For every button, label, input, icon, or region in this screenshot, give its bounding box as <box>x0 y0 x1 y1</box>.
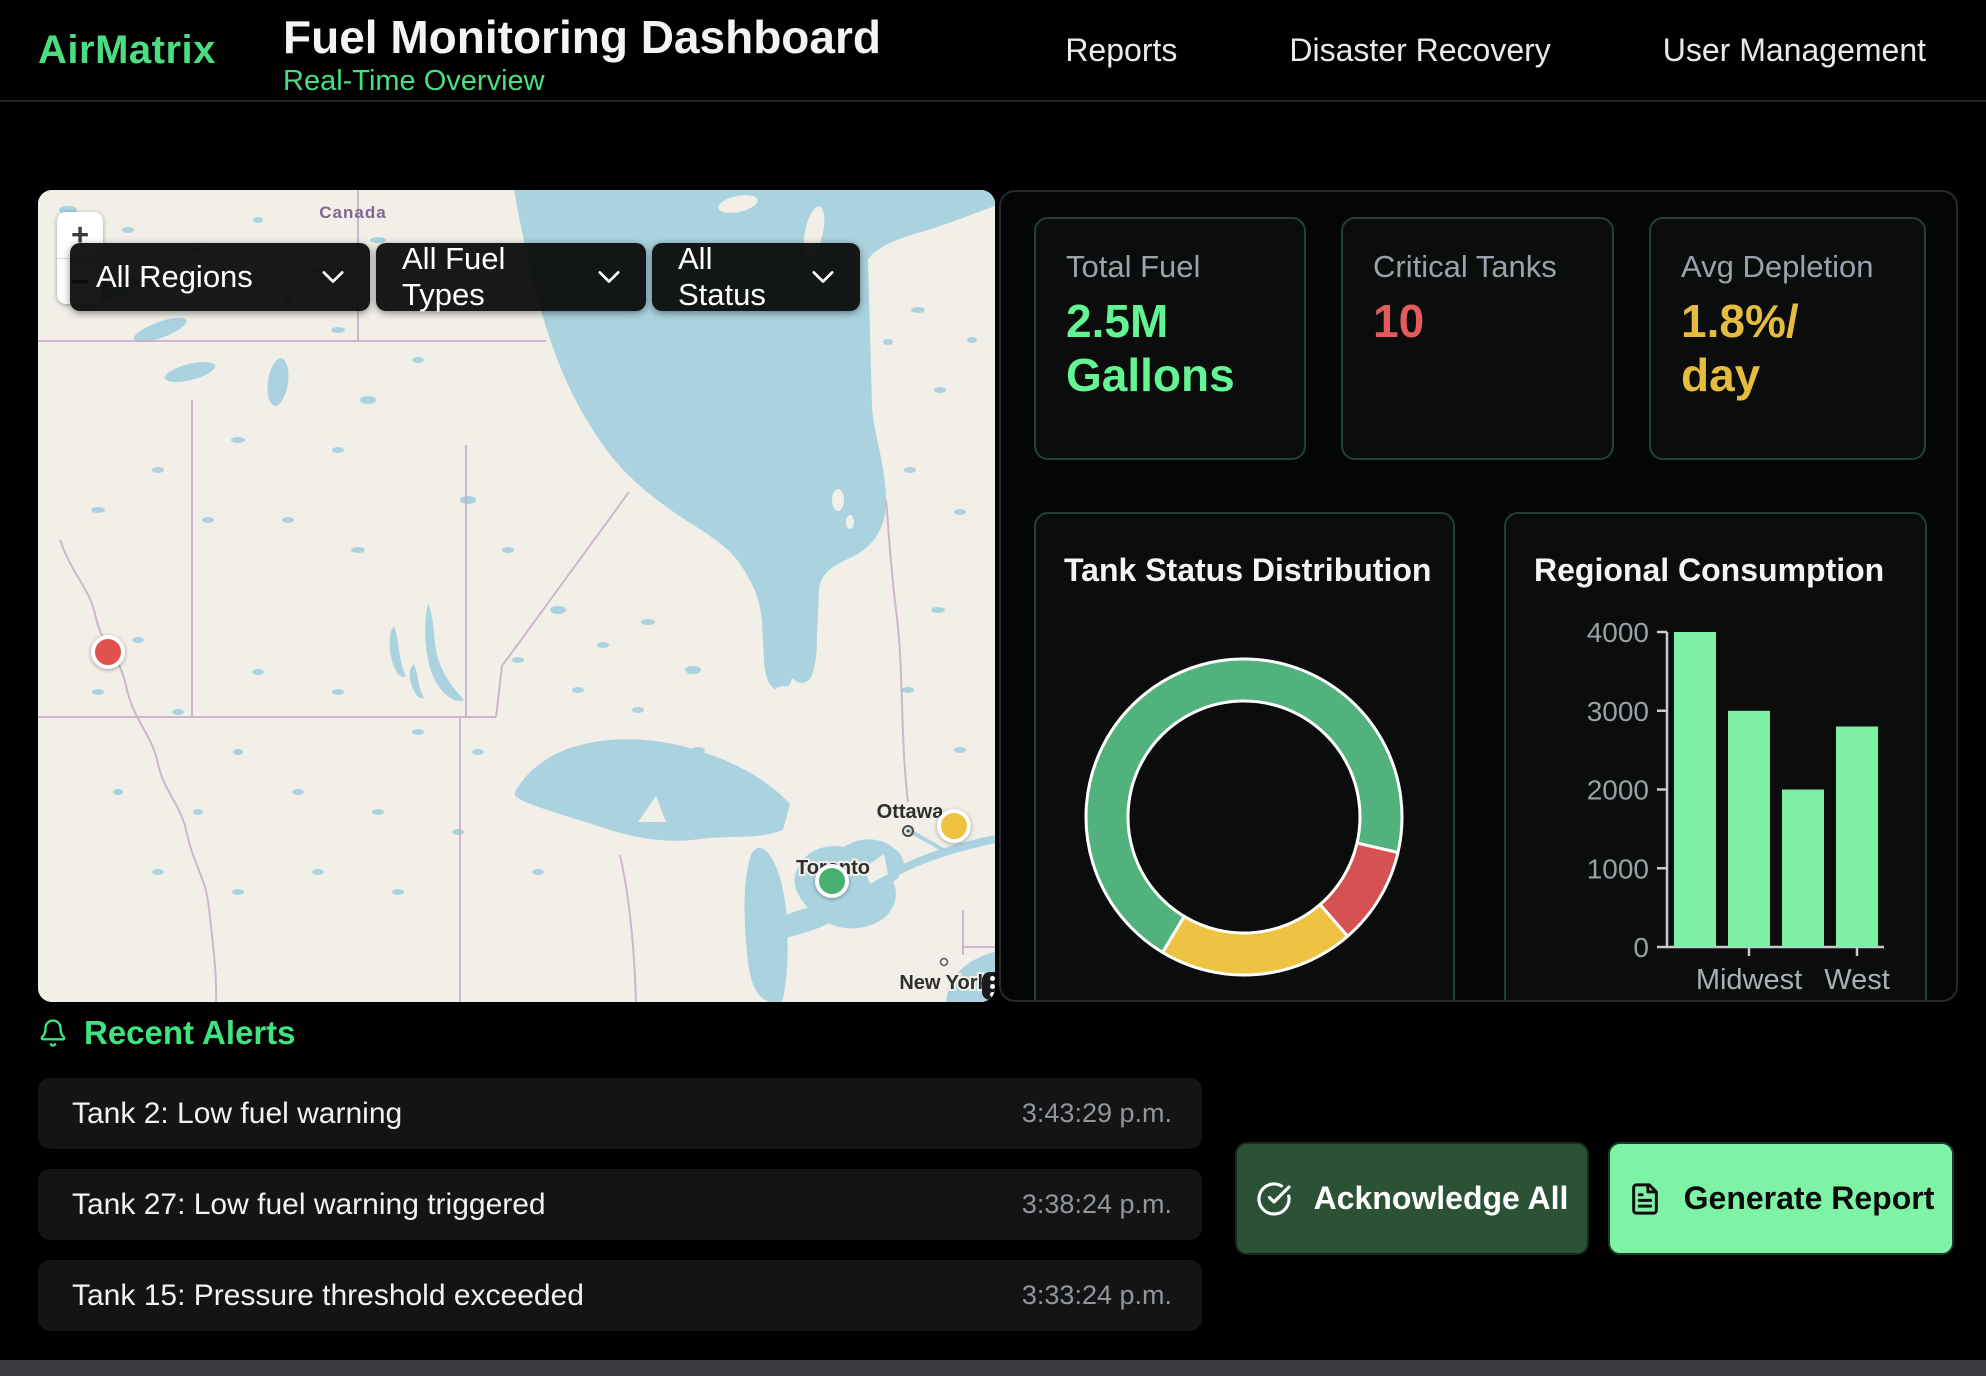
country-label: Canada <box>319 203 386 222</box>
x-tick-label: Midwest <box>1696 964 1802 996</box>
y-tick-label: 4000 <box>1587 617 1649 648</box>
bay-island <box>776 686 794 694</box>
chevron-down-icon <box>812 270 834 284</box>
alert-time: 3:43:29 p.m. <box>1022 1098 1172 1129</box>
bar-chart: 0 1000 2000 3000 4000 Midwest West <box>1506 514 1927 1002</box>
tank-status-chart-card: Tank Status Distribution <box>1034 512 1455 1002</box>
bay-island <box>846 515 854 529</box>
stat-label: Avg Depletion <box>1681 249 1894 285</box>
y-tick-label: 0 <box>1633 932 1649 963</box>
nav-item-disaster-recovery[interactable]: Disaster Recovery <box>1289 32 1550 69</box>
region-filter-value: All Regions <box>96 259 253 295</box>
acknowledge-all-label: Acknowledge All <box>1314 1180 1569 1217</box>
acknowledge-all-button[interactable]: Acknowledge All <box>1235 1142 1589 1255</box>
alert-row: Tank 27: Low fuel warning triggered 3:38… <box>38 1169 1202 1240</box>
app-header: AirMatrix Fuel Monitoring Dashboard Real… <box>0 0 1986 102</box>
regional-consumption-chart-card: Regional Consumption 01000200030004000Mi… <box>1504 512 1927 1002</box>
recent-alerts-header: Recent Alerts <box>38 1014 296 1052</box>
alert-time: 3:33:24 p.m. <box>1022 1280 1172 1311</box>
title-block: Fuel Monitoring Dashboard Real-Time Over… <box>283 13 881 98</box>
chevron-down-icon <box>598 270 620 284</box>
alert-message: Tank 27: Low fuel warning triggered <box>72 1188 546 1222</box>
bar <box>1728 711 1770 947</box>
region-filter-dropdown[interactable]: All Regions <box>70 243 370 311</box>
y-tick-label: 1000 <box>1587 853 1649 884</box>
tank-marker-critical[interactable] <box>91 635 125 669</box>
stat-value: 2.5M Gallons <box>1066 295 1236 403</box>
fuel-type-filter-dropdown[interactable]: All Fuel Types <box>376 243 646 311</box>
stat-value: 10 <box>1373 295 1543 349</box>
file-text-icon <box>1628 1182 1662 1216</box>
bell-icon <box>38 1017 68 1049</box>
generate-report-button[interactable]: Generate Report <box>1608 1142 1954 1255</box>
main-nav: Reports Disaster Recovery User Managemen… <box>1065 0 1926 100</box>
alert-message: Tank 2: Low fuel warning <box>72 1097 402 1131</box>
x-tick-label: West <box>1824 964 1890 996</box>
bar <box>1782 790 1824 948</box>
status-filter-dropdown[interactable]: All Status <box>652 243 860 311</box>
alert-time: 3:38:24 p.m. <box>1022 1189 1172 1220</box>
map-filters: All Regions All Fuel Types All Status <box>70 243 860 311</box>
map-resize-grip-icon[interactable] <box>982 972 995 1000</box>
stat-card-total-fuel: Total Fuel 2.5M Gallons <box>1034 217 1306 460</box>
check-circle-icon <box>1256 1181 1292 1217</box>
status-filter-value: All Status <box>678 241 794 313</box>
tank-marker-warning[interactable] <box>937 809 971 843</box>
stat-label: Total Fuel <box>1066 249 1274 285</box>
alert-message: Tank 15: Pressure threshold exceeded <box>72 1279 584 1313</box>
recent-alerts-title: Recent Alerts <box>84 1014 296 1052</box>
alert-row: Tank 15: Pressure threshold exceeded 3:3… <box>38 1260 1202 1331</box>
stat-label: Critical Tanks <box>1373 249 1582 285</box>
bar <box>1836 727 1878 948</box>
bar <box>1674 632 1716 947</box>
stat-card-critical-tanks: Critical Tanks 10 <box>1341 217 1614 460</box>
map-panel[interactable]: Canada Ottawa Toronto New York + − All R… <box>38 190 995 1002</box>
yellow-segment <box>1163 905 1348 975</box>
page-subtitle: Real-Time Overview <box>283 65 881 98</box>
y-tick-label: 3000 <box>1587 696 1649 727</box>
y-tick-label: 2000 <box>1587 775 1649 806</box>
alert-row: Tank 2: Low fuel warning 3:43:29 p.m. <box>38 1078 1202 1149</box>
city-label-ottawa: Ottawa <box>877 801 945 823</box>
stat-value: 1.8%/ day <box>1681 295 1851 403</box>
dashboard-panel: Total Fuel 2.5M Gallons Critical Tanks 1… <box>999 190 1958 1002</box>
page-title: Fuel Monitoring Dashboard <box>283 13 881 61</box>
bay-island <box>832 489 844 511</box>
city-label-new-york: New York <box>899 972 989 994</box>
app-logo: AirMatrix <box>38 0 216 100</box>
nav-item-reports[interactable]: Reports <box>1065 32 1177 69</box>
generate-report-label: Generate Report <box>1684 1180 1935 1217</box>
fuel-type-filter-value: All Fuel Types <box>402 241 580 313</box>
stat-card-avg-depletion: Avg Depletion 1.8%/ day <box>1649 217 1926 460</box>
donut-chart <box>1036 514 1455 1002</box>
bottom-bar <box>0 1360 1986 1376</box>
nav-item-user-management[interactable]: User Management <box>1663 32 1926 69</box>
tank-marker-normal[interactable] <box>815 864 849 898</box>
chevron-down-icon <box>322 270 344 284</box>
